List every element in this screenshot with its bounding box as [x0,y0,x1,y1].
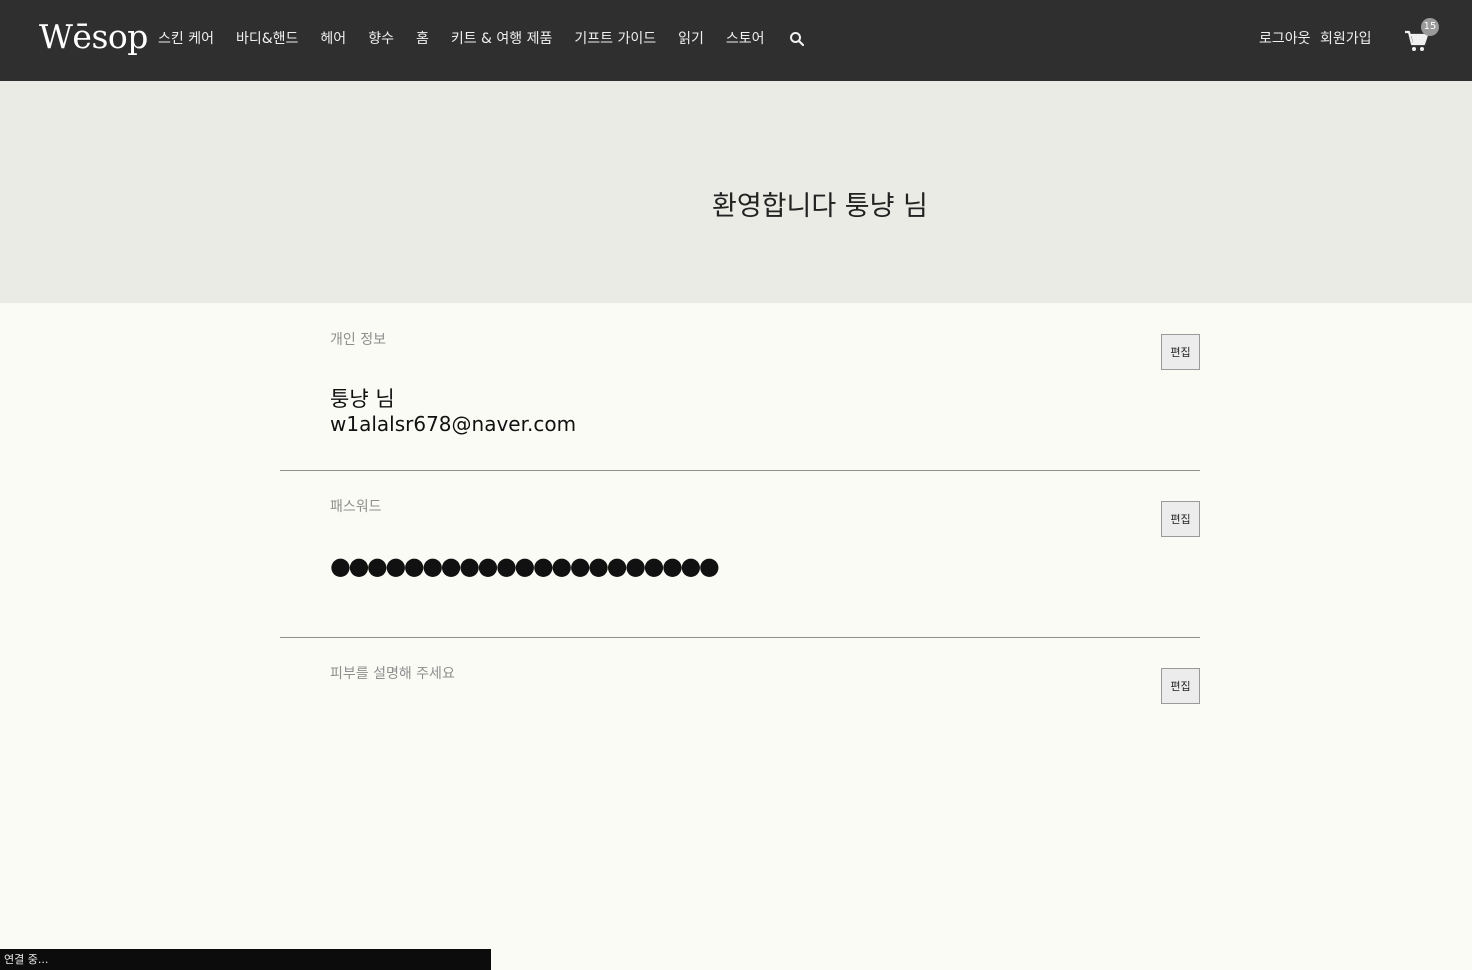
nav-item-skin-care[interactable]: 스킨 케어 [158,29,214,49]
profile-email: w1alalsr678@naver.com [330,412,577,436]
password-label: 패스워드 [330,499,382,515]
nav-item-fragrance[interactable]: 향수 [368,29,394,49]
skin-label: 피부를 설명해 주세요 [330,666,455,682]
nav-item-kits-travel[interactable]: 키트 & 여행 제품 [451,29,553,49]
brand-logo[interactable]: Wēsop [39,17,148,57]
nav-item-read[interactable]: 읽기 [678,29,704,49]
skin-section: 피부를 설명해 주세요 편집 [280,663,1200,723]
edit-personal-info-button[interactable]: 편집 [1161,334,1200,370]
nav-item-gift-guide[interactable]: 기프트 가이드 [574,29,656,49]
section-divider [280,470,1200,471]
edit-password-button[interactable]: 편집 [1161,501,1200,537]
nav-item-body-hand[interactable]: 바디&핸드 [236,29,298,49]
cart-count-badge: 15 [1421,18,1439,36]
personal-info-section: 개인 정보 편집 퉁냥 님 w1alalsr678@naver.com [280,329,1200,471]
edit-skin-button[interactable]: 편집 [1161,668,1200,704]
password-mask: ●●●●●●●●●●●●●●●●●●●●● [330,552,720,580]
main-nav: 스킨 케어 바디&핸드 헤어 향수 홈 키트 & 여행 제품 기프트 가이드 읽… [158,29,805,49]
nav-item-hair[interactable]: 헤어 [320,29,346,49]
search-icon[interactable] [789,31,805,47]
personal-info-label: 개인 정보 [330,332,386,348]
signup-link[interactable]: 회원가입 [1320,29,1372,49]
top-navigation-bar: Wēsop 스킨 케어 바디&핸드 헤어 향수 홈 키트 & 여행 제품 기프트… [0,0,1472,81]
nav-item-stores[interactable]: 스토어 [726,29,765,49]
profile-name: 퉁냥 님 [330,387,395,411]
section-divider [280,637,1200,638]
welcome-title: 환영합니다 퉁냥 님 [712,191,928,222]
welcome-hero: 환영합니다 퉁냥 님 [0,81,1472,303]
browser-status-bar: 연결 중... [0,949,491,970]
nav-item-home[interactable]: 홈 [416,29,429,49]
logout-link[interactable]: 로그아웃 [1259,29,1311,49]
password-section: 패스워드 편집 ●●●●●●●●●●●●●●●●●●●●● [280,496,1200,638]
